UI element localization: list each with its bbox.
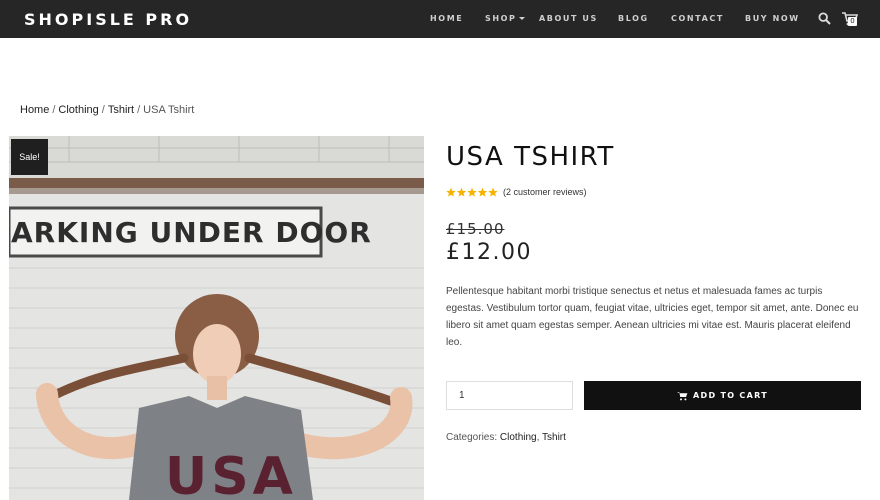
quantity-input[interactable]: [446, 381, 573, 410]
breadcrumb-separator: /: [137, 104, 141, 116]
breadcrumb-separator: /: [101, 104, 105, 116]
breadcrumb-home[interactable]: Home: [20, 104, 49, 116]
site-logo[interactable]: SHOPISLE PRO: [24, 10, 192, 29]
sign-text: ARKING UNDER DOOR: [11, 216, 372, 249]
cart-count-badge: 0: [848, 17, 857, 26]
star-rating-icon: [446, 187, 498, 197]
nav-blog[interactable]: BLOG: [618, 14, 649, 23]
star-icon: [477, 187, 488, 197]
product-title: USA TSHIRT: [446, 142, 615, 172]
sale-badge: Sale!: [11, 139, 48, 175]
customer-reviews-link[interactable]: (2 customer reviews): [503, 187, 587, 197]
categories-label: Categories:: [446, 432, 498, 443]
breadcrumb-current: USA Tshirt: [143, 104, 195, 116]
nav-shop-label: SHOP: [485, 14, 517, 23]
nav-about-us[interactable]: ABOUT US: [539, 14, 598, 23]
shirt-print-text: USA: [165, 447, 297, 500]
breadcrumb-clothing[interactable]: Clothing: [58, 104, 98, 116]
chevron-down-icon: [518, 17, 525, 20]
breadcrumb: Home / Clothing / Tshirt / USA Tshirt: [20, 104, 194, 116]
nav-home-label: HOME: [430, 14, 464, 23]
category-link-clothing[interactable]: Clothing: [500, 432, 537, 443]
nav-about-label: ABOUT US: [539, 14, 598, 23]
breadcrumb-tshirt[interactable]: Tshirt: [108, 104, 134, 116]
star-icon: [467, 187, 477, 197]
category-link-tshirt[interactable]: Tshirt: [542, 432, 566, 443]
product-categories: Categories: Clothing, Tshirt: [446, 432, 566, 443]
search-icon[interactable]: [818, 12, 831, 25]
product-image[interactable]: ARKING UNDER DOOR USA: [9, 136, 424, 500]
original-price: £15.00: [446, 220, 505, 238]
nav-contact-label: CONTACT: [671, 14, 724, 23]
top-navbar: SHOPISLE PRO HOME SHOP ABOUT US BLOG CON…: [0, 0, 880, 38]
sale-price: £12.00: [446, 240, 532, 265]
nav-shop[interactable]: SHOP: [485, 14, 525, 23]
add-to-cart-button[interactable]: ADD TO CART: [584, 381, 861, 410]
cart-icon: [677, 391, 688, 400]
breadcrumb-separator: /: [52, 104, 56, 116]
product-photo: ARKING UNDER DOOR USA: [9, 136, 424, 500]
add-to-cart-label: ADD TO CART: [693, 391, 768, 400]
star-icon: [488, 187, 498, 197]
star-icon: [446, 187, 456, 197]
product-description: Pellentesque habitant morbi tristique se…: [446, 286, 859, 348]
nav-contact[interactable]: CONTACT: [671, 14, 724, 23]
nav-blog-label: BLOG: [618, 14, 649, 23]
nav-home[interactable]: HOME: [430, 14, 463, 23]
star-icon: [456, 187, 467, 197]
nav-buy-label: BUY NOW: [745, 14, 800, 23]
nav-buy-now[interactable]: BUY NOW: [745, 14, 800, 23]
